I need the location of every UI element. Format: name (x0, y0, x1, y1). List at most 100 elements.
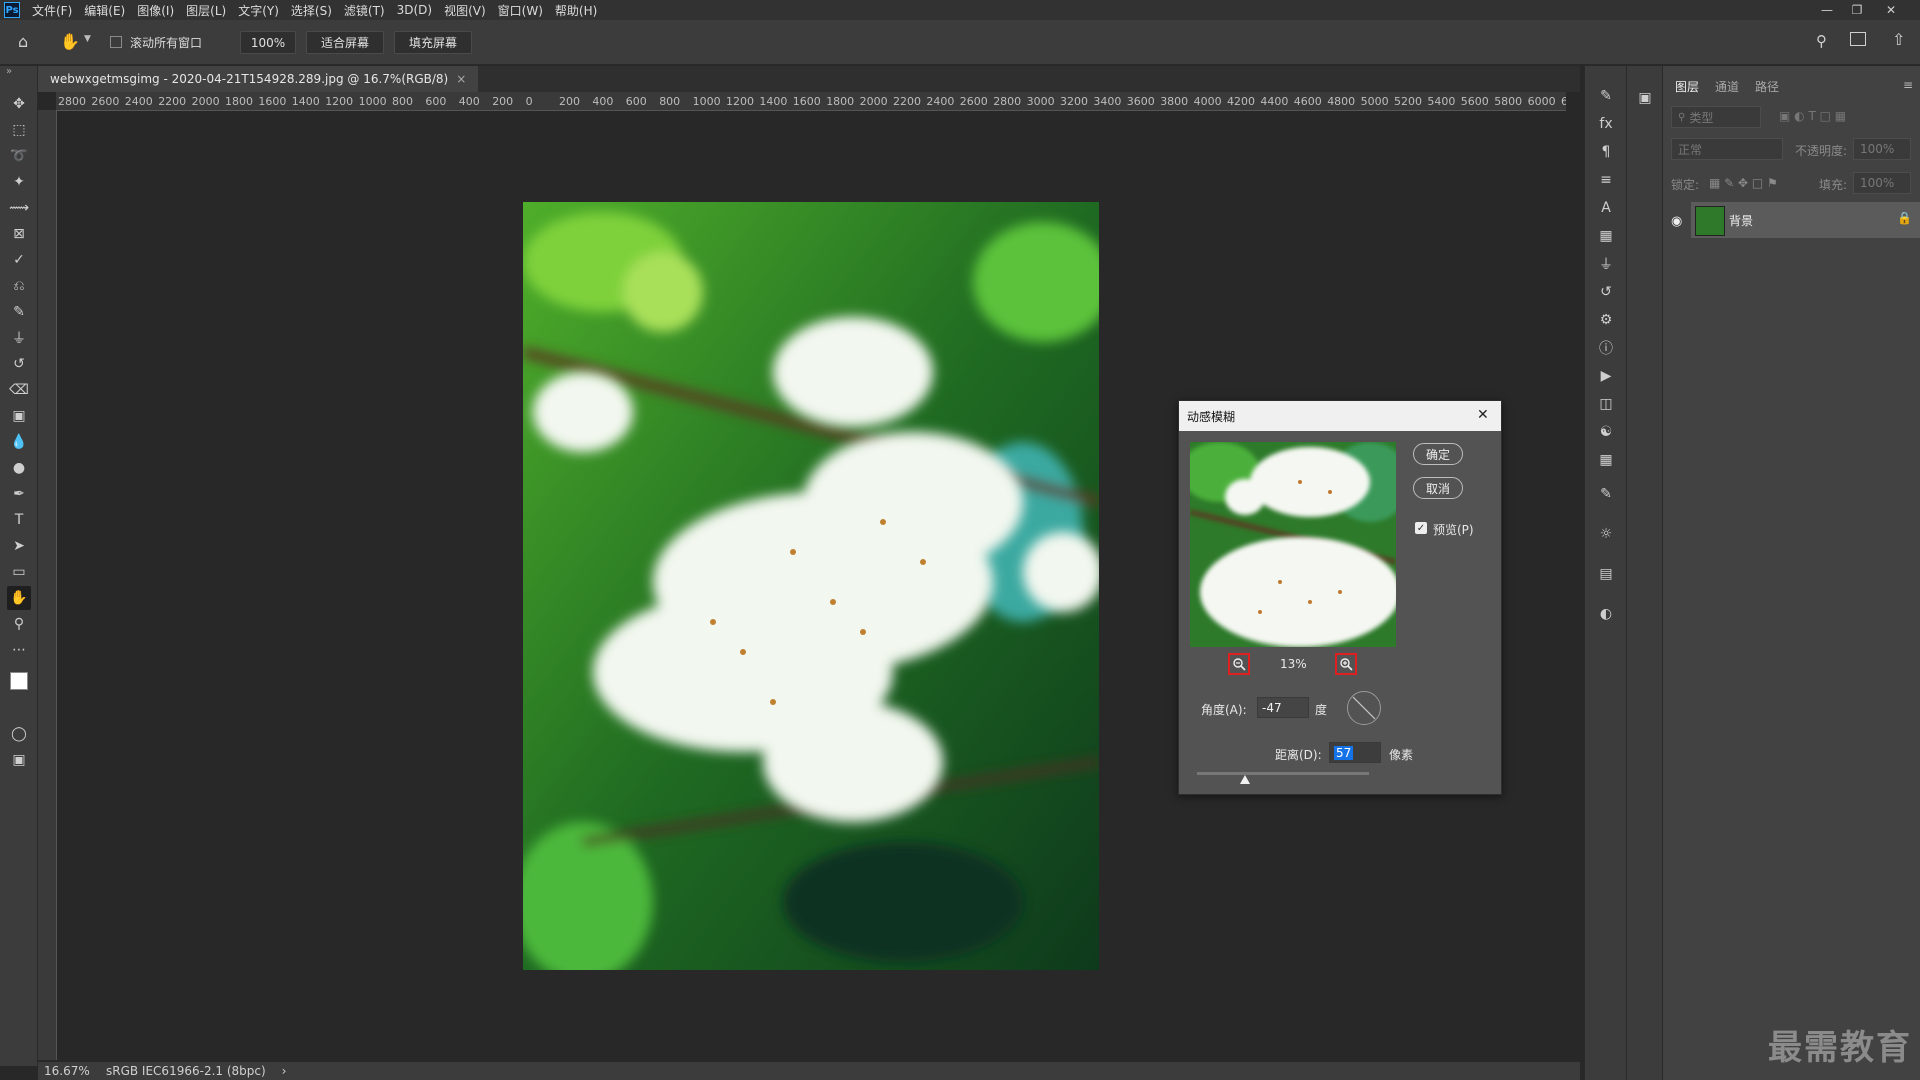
layer-name[interactable]: 背景 (1729, 212, 1753, 229)
character-icon[interactable]: A (1596, 198, 1616, 218)
scroll-all-checkbox[interactable] (110, 36, 122, 48)
layer-row[interactable]: 背景 🔒 (1691, 202, 1920, 238)
path-selection-icon[interactable]: ➤ (7, 534, 31, 558)
quick-mask-icon[interactable]: ◯ (7, 722, 31, 746)
dodge-tool-icon[interactable]: ● (7, 456, 31, 480)
layer-filter-field[interactable]: ⚲ 类型 (1671, 106, 1761, 128)
fill-field[interactable]: 100% (1853, 172, 1911, 194)
swatches-icon[interactable]: ▣ (1635, 88, 1655, 108)
clone-source-icon[interactable]: ⏚ (1596, 254, 1616, 274)
filter-icons[interactable]: ▣ ◐ T □ ▦ (1779, 109, 1846, 123)
cancel-button[interactable]: 取消 (1413, 477, 1463, 499)
distance-input[interactable]: 57 (1329, 742, 1381, 763)
blur-tool-icon[interactable]: 💧 (7, 430, 31, 454)
zoom-in-icon[interactable] (1335, 653, 1357, 675)
brush-tool-icon[interactable]: ✎ (7, 300, 31, 324)
brush-settings-icon[interactable]: ✎ (1596, 86, 1616, 106)
close-window-icon[interactable]: ✕ (1876, 0, 1906, 20)
tab-paths[interactable]: 路径 (1755, 78, 1779, 95)
fit-screen-button[interactable]: 适合屏幕 (306, 31, 384, 54)
table-icon[interactable]: ▦ (1596, 450, 1616, 470)
pen-tool-icon[interactable]: ✒ (7, 482, 31, 506)
adjust-icon[interactable]: ≡ (1596, 170, 1616, 190)
minimize-icon[interactable]: — (1812, 0, 1842, 20)
history-brush-icon[interactable]: ↺ (7, 352, 31, 376)
hand-tool-icon[interactable]: ✋ (60, 32, 80, 52)
rectangle-tool-icon[interactable]: ▭ (7, 560, 31, 584)
menu-file[interactable]: 文件(F) (26, 2, 78, 19)
angle-dial[interactable] (1347, 691, 1381, 725)
fill-screen-button[interactable]: 填充屏幕 (394, 31, 472, 54)
hand-tool-active-icon[interactable]: ✋ (7, 586, 31, 610)
menu-3d[interactable]: 3D(D) (391, 3, 438, 17)
share-icon[interactable]: ⇧ (1892, 30, 1905, 49)
color-icon[interactable]: ◐ (1596, 604, 1616, 624)
marquee-tool-icon[interactable]: ⬚ (7, 118, 31, 142)
zoom-out-icon[interactable] (1228, 653, 1250, 675)
panel-menu-icon[interactable]: ≡ (1903, 78, 1913, 92)
foreground-color-swatch[interactable] (10, 672, 28, 690)
angle-input[interactable]: -47 (1257, 697, 1309, 718)
eyedropper-icon[interactable]: ✓ (7, 248, 31, 272)
libraries-icon[interactable]: ▤ (1596, 564, 1616, 584)
preview-checkbox[interactable]: ✓ (1415, 522, 1427, 534)
crop-tool-icon[interactable]: ⟿ (7, 196, 31, 220)
menu-view[interactable]: 视图(V) (438, 2, 492, 19)
opacity-field[interactable]: 100% (1853, 138, 1911, 160)
menu-help[interactable]: 帮助(H) (549, 2, 603, 19)
actions-icon[interactable]: ▶ (1596, 366, 1616, 386)
ruler-tick-label: 1600 (792, 95, 821, 108)
paragraph-icon[interactable]: ¶ (1596, 142, 1616, 162)
zoom-tool-icon[interactable]: ⚲ (7, 612, 31, 636)
healing-brush-icon[interactable]: ⎌ (7, 274, 31, 298)
dialog-preview-image[interactable] (1190, 442, 1396, 647)
lasso-tool-icon[interactable]: ➰ (7, 144, 31, 168)
light-icon[interactable]: ☼ (1596, 524, 1616, 544)
zoom-field[interactable]: 100% (240, 31, 296, 54)
eraser-tool-icon[interactable]: ⌫ (7, 378, 31, 402)
menu-image[interactable]: 图像(I) (131, 2, 180, 19)
close-tab-icon[interactable]: × (456, 72, 466, 86)
menu-type[interactable]: 文字(Y) (232, 2, 285, 19)
collapse-icon[interactable]: » (6, 66, 12, 77)
type-tool-icon[interactable]: T (7, 508, 31, 532)
menu-select[interactable]: 选择(S) (285, 2, 338, 19)
styles-icon[interactable]: ◫ (1596, 394, 1616, 414)
gradient-tool-icon[interactable]: ▣ (7, 404, 31, 428)
info-icon[interactable]: ⓘ (1596, 338, 1616, 358)
history-icon[interactable]: ↺ (1596, 282, 1616, 302)
distance-slider-thumb[interactable] (1240, 775, 1251, 784)
tab-channels[interactable]: 通道 (1715, 78, 1739, 95)
properties-icon[interactable]: ⚙ (1596, 310, 1616, 330)
ok-button[interactable]: 确定 (1413, 443, 1463, 465)
workspace-icon[interactable] (1850, 32, 1866, 46)
restore-icon[interactable]: ❐ (1842, 0, 1872, 20)
glyphs-icon[interactable]: ▦ (1596, 226, 1616, 246)
notes-icon[interactable]: ✎ (1596, 484, 1616, 504)
3d-icon[interactable]: ☯ (1596, 422, 1616, 442)
blend-mode-select[interactable]: 正常 (1671, 138, 1783, 160)
magic-wand-icon[interactable]: ✦ (7, 170, 31, 194)
lock-icons[interactable]: ▦ ✎ ✥ □ ⚑ (1709, 176, 1778, 190)
more-tools-icon[interactable]: ⋯ (7, 638, 31, 662)
menu-edit[interactable]: 编辑(E) (78, 2, 131, 19)
move-tool-icon[interactable]: ✥ (7, 92, 31, 116)
distance-slider-track[interactable] (1197, 772, 1369, 775)
search-icon[interactable]: ⚲ (1816, 32, 1827, 50)
document-tab[interactable]: webwxgetmsgimg - 2020-04-21T154928.289.j… (38, 66, 479, 92)
stamp-tool-icon[interactable]: ⏚ (7, 326, 31, 350)
frame-tool-icon[interactable]: ⊠ (7, 222, 31, 246)
fx-icon[interactable]: fx (1596, 114, 1616, 134)
menu-window[interactable]: 窗口(W) (492, 2, 549, 19)
menu-filter[interactable]: 滤镜(T) (338, 2, 391, 19)
home-icon[interactable]: ⌂ (18, 32, 38, 52)
status-arrow-icon[interactable]: › (282, 1064, 287, 1078)
chevron-down-icon[interactable]: ▼ (84, 34, 91, 44)
screen-mode-icon[interactable]: ▣ (7, 748, 31, 772)
menu-layer[interactable]: 图层(L) (180, 2, 232, 19)
visibility-eye-icon[interactable]: ◉ (1671, 214, 1682, 229)
status-zoom[interactable]: 16.67% (44, 1064, 90, 1078)
dialog-close-icon[interactable]: ✕ (1477, 407, 1489, 423)
tab-layers[interactable]: 图层 (1675, 78, 1699, 95)
canvas-image[interactable] (523, 202, 1099, 970)
